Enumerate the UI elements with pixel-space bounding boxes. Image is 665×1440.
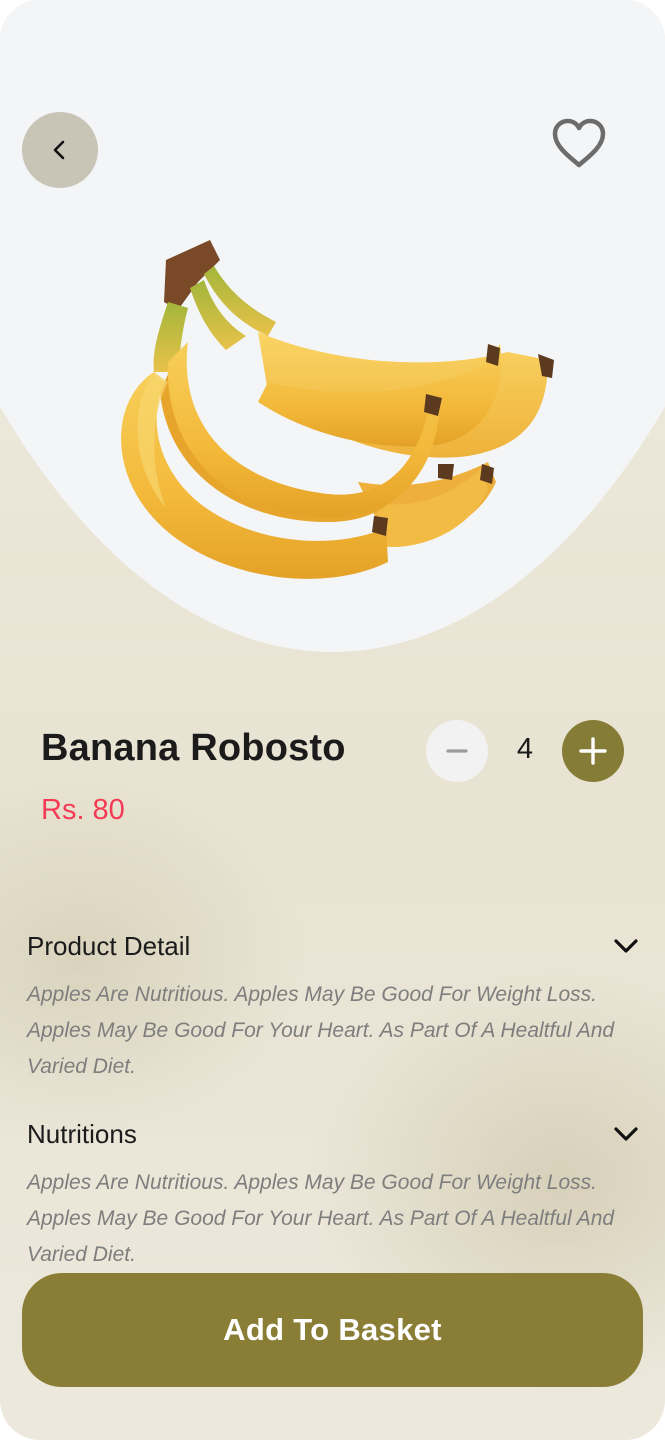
plus-icon bbox=[579, 737, 607, 765]
nutritions-title: Nutritions bbox=[27, 1118, 137, 1149]
chevron-down-icon bbox=[614, 939, 638, 953]
nutritions-text: Apples Are Nutritious. Apples May Be Goo… bbox=[27, 1171, 615, 1266]
product-name: Banana Robosto bbox=[41, 727, 346, 769]
chevron-down-icon bbox=[614, 1127, 638, 1141]
nutritions-header[interactable]: Nutritions bbox=[27, 1114, 641, 1154]
favorite-button[interactable] bbox=[546, 112, 612, 174]
back-button[interactable] bbox=[22, 112, 98, 188]
heart-outline-icon bbox=[552, 118, 606, 168]
banana-bunch-image bbox=[121, 240, 554, 579]
product-detail-text: Apples Are Nutritious. Apples May Be Goo… bbox=[27, 983, 615, 1078]
quantity-decrement-button[interactable] bbox=[426, 720, 488, 782]
quantity-increment-button[interactable] bbox=[562, 720, 624, 782]
chevron-left-icon bbox=[53, 140, 65, 160]
minus-icon bbox=[446, 749, 468, 753]
product-detail-header[interactable]: Product Detail bbox=[27, 926, 641, 966]
quantity-value: 4 bbox=[516, 733, 534, 765]
add-to-basket-button[interactable]: Add To Basket bbox=[22, 1273, 643, 1387]
add-to-basket-label: Add To Basket bbox=[223, 1312, 442, 1347]
product-detail-screen: Banana Robosto Rs. 80 4 Product Detail A… bbox=[0, 0, 665, 1440]
product-price: Rs. 80 bbox=[41, 794, 125, 826]
product-detail-title: Product Detail bbox=[27, 930, 191, 961]
